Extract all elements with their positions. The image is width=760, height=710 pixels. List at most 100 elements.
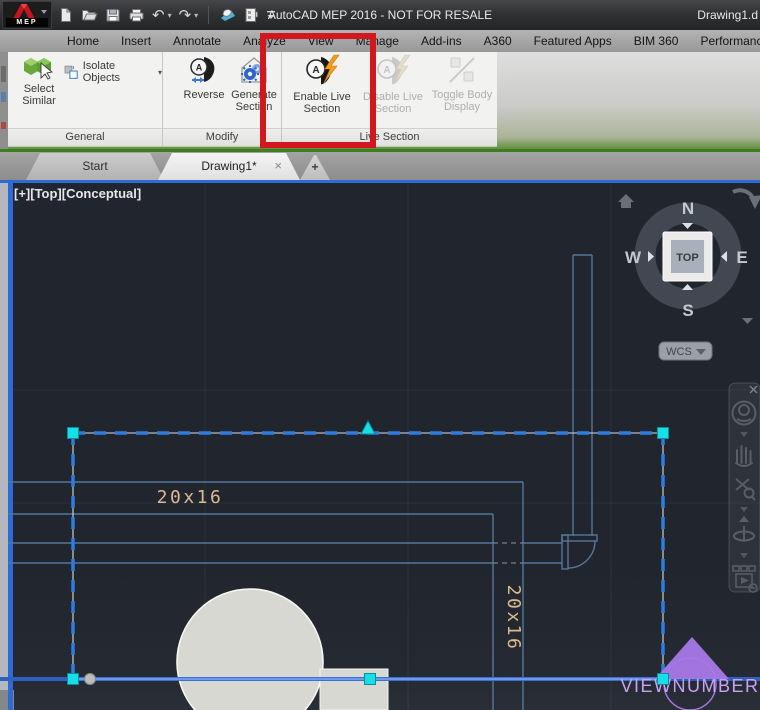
grip-flip-arrow[interactable] xyxy=(360,419,376,435)
undo-dropdown-icon[interactable]: ▾ xyxy=(168,11,172,20)
isolate-objects-label: Isolate Objects xyxy=(82,60,120,84)
grip-bottom-mid[interactable] xyxy=(364,673,376,685)
enable-live-section-button[interactable]: A Enable Live Section xyxy=(290,54,354,128)
plot-icon[interactable] xyxy=(128,7,145,23)
file-tab-start-label: Start xyxy=(82,159,108,173)
svg-text:A: A xyxy=(196,63,203,73)
generate-section-icon xyxy=(241,57,267,83)
viewcube-west[interactable]: W xyxy=(625,248,642,267)
toggle-body-display-icon xyxy=(449,57,475,83)
toggle-body-display-label: Toggle Body Display xyxy=(431,89,493,113)
viewport-top-border xyxy=(0,180,760,183)
ribbon-tab-performance[interactable]: Performance xyxy=(689,30,760,52)
qat-separator xyxy=(208,6,210,24)
select-similar-button[interactable]: Select Similar xyxy=(12,54,66,128)
viewport-controls-label[interactable]: [+][Top][Conceptual] xyxy=(14,186,141,201)
svg-text:A: A xyxy=(312,65,319,76)
file-tab-drawing1-label: Drawing1* xyxy=(201,159,257,173)
duct-elbow-fitting xyxy=(561,534,598,570)
viewcube-rotate-arrowhead xyxy=(749,195,760,209)
ribbon-panels: Select Similar Isolate Objects ▾ General xyxy=(8,52,497,147)
select-similar-icon xyxy=(24,58,54,80)
redo-icon[interactable]: ↷ xyxy=(179,8,192,23)
generate-section-button[interactable]: Generate Section xyxy=(227,54,281,128)
reverse-icon: A xyxy=(190,57,215,83)
navigation-bar[interactable] xyxy=(728,382,760,593)
open-file-icon[interactable] xyxy=(81,7,98,23)
disable-live-section-icon: A xyxy=(377,54,411,85)
new-file-icon[interactable] xyxy=(58,7,74,23)
ribbon-tab-manage[interactable]: Manage xyxy=(345,30,410,52)
wcs-label: WCS xyxy=(666,346,692,358)
plus-icon: + xyxy=(311,160,319,174)
ribbon-tab-a360[interactable]: A360 xyxy=(473,30,523,52)
new-drawing-tab-button[interactable]: + xyxy=(300,155,330,180)
panel-general: Select Similar Isolate Objects ▾ General xyxy=(8,52,163,146)
ribbon-tab-annotate[interactable]: Annotate xyxy=(162,30,232,52)
ribbon-tab-bar: Home Insert Annotate Analyze View Manage… xyxy=(0,30,760,52)
app-menu-caret-icon xyxy=(41,10,47,14)
hand-tool-icon[interactable] xyxy=(219,7,237,23)
isolate-objects-button[interactable]: Isolate Objects ▾ xyxy=(64,60,162,84)
viewcube-east[interactable]: E xyxy=(736,248,747,267)
ribbon-tab-view[interactable]: View xyxy=(297,30,345,52)
ribbon-tab-analyze[interactable]: Analyze xyxy=(232,30,297,52)
reverse-button[interactable]: A Reverse xyxy=(181,54,227,128)
section-body-rectangle xyxy=(319,668,389,710)
grip-top-left[interactable] xyxy=(67,427,79,439)
panel-label-general[interactable]: General xyxy=(8,128,162,146)
drawing-viewport[interactable]: [+][Top][Conceptual] 20x16 20x16 VIEWNUM… xyxy=(0,180,760,710)
duct-size-label-vertical: 20x16 xyxy=(503,585,524,652)
logo-label: MEP xyxy=(6,18,48,27)
panel-label-live-section[interactable]: Live Section xyxy=(282,128,497,146)
ribbon-tab-featured-apps[interactable]: Featured Apps xyxy=(523,30,623,52)
grip-bottom-left[interactable] xyxy=(67,673,79,685)
palette-icon[interactable] xyxy=(244,7,259,23)
viewcube-face-label[interactable]: TOP xyxy=(676,252,698,264)
application-menu-button[interactable]: MEP xyxy=(2,1,52,29)
customize-quick-access-icon[interactable] xyxy=(265,8,277,22)
title-bar: MEP ↶ ▾ ↷ ▾ AutoCAD MEP 2016 - NOT FOR R… xyxy=(0,0,760,30)
svg-text:A: A xyxy=(383,65,390,76)
disable-live-section-label: Disable Live Section xyxy=(363,91,423,115)
selection-grips[interactable] xyxy=(67,419,669,685)
file-tab-bar: Start Drawing1* × + xyxy=(0,149,760,180)
generate-section-label: Generate Section xyxy=(231,89,277,113)
grip-bottom-right[interactable] xyxy=(657,673,669,685)
viewcube[interactable]: N S W E TOP xyxy=(618,188,760,324)
viewcube-home-icon[interactable] xyxy=(618,194,634,208)
duct-size-label-horizontal: 20x16 xyxy=(157,487,224,508)
application-window: MEP ↶ ▾ ↷ ▾ AutoCAD MEP 2016 - NOT FOR R… xyxy=(0,0,760,710)
panel-label-modify[interactable]: Modify xyxy=(163,128,281,146)
quick-access-toolbar: ↶ ▾ ↷ ▾ xyxy=(58,3,277,27)
disable-live-section-button[interactable]: A Disable Live Section xyxy=(360,54,426,128)
window-edge-fragment xyxy=(0,180,8,710)
isolate-objects-dropdown-icon[interactable]: ▾ xyxy=(158,68,162,77)
viewcube-menu-caret-icon[interactable] xyxy=(742,318,753,324)
grip-top-right[interactable] xyxy=(657,427,669,439)
enable-live-section-icon: A xyxy=(306,54,340,85)
close-tab-icon[interactable]: × xyxy=(274,153,282,179)
window-edge-fragment xyxy=(0,52,8,149)
file-tab-drawing1[interactable]: Drawing1* × xyxy=(158,153,300,180)
watermark-text: VIEWNUMBER xyxy=(620,676,759,696)
undo-icon[interactable]: ↶ xyxy=(152,8,165,23)
ribbon-tab-bim360[interactable]: BIM 360 xyxy=(623,30,690,52)
toggle-body-display-button[interactable]: Toggle Body Display xyxy=(428,54,496,128)
watermark: VIEWNUMBER xyxy=(620,637,759,710)
save-icon[interactable] xyxy=(105,7,121,23)
ribbon-tab-insert[interactable]: Insert xyxy=(110,30,162,52)
redo-dropdown-icon[interactable]: ▾ xyxy=(194,11,198,20)
isolate-objects-icon xyxy=(64,65,78,79)
file-tab-start[interactable]: Start xyxy=(26,153,164,180)
viewcube-north[interactable]: N xyxy=(682,199,694,218)
ribbon-tab-add-ins[interactable]: Add-ins xyxy=(410,30,473,52)
viewcube-south[interactable]: S xyxy=(682,301,693,320)
ribbon-tab-home[interactable]: Home xyxy=(56,30,110,52)
panel-modify: A Reverse Generate Section Modify xyxy=(163,52,282,146)
wcs-button[interactable]: WCS xyxy=(658,341,713,361)
grip-menu-circle[interactable] xyxy=(84,673,96,685)
section-boundary[interactable] xyxy=(0,431,760,681)
document-name: Drawing1.d xyxy=(697,8,758,22)
hidden-duct-lines xyxy=(493,542,523,564)
